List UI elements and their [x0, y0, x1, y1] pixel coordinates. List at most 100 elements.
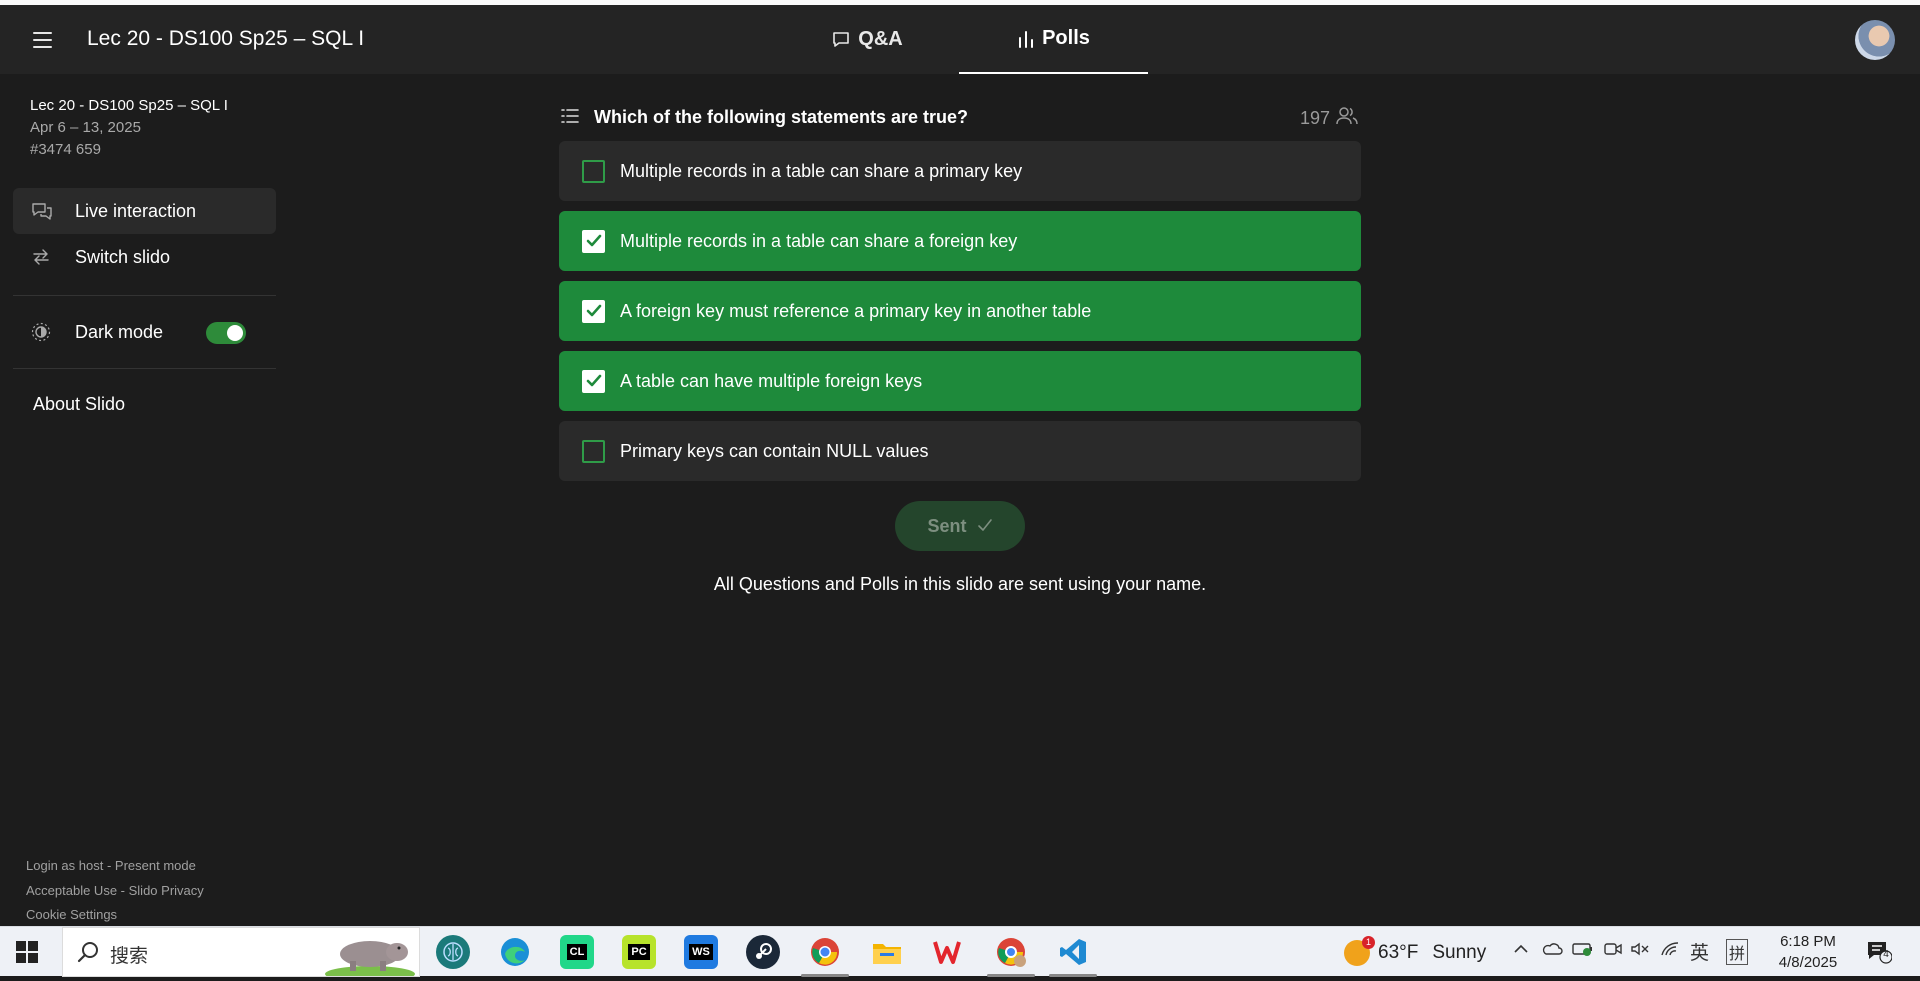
- notification-count: 4: [1883, 949, 1889, 960]
- sidebar-divider: [13, 368, 276, 369]
- battery-charging-icon[interactable]: [1572, 941, 1594, 962]
- onedrive-cloud-icon[interactable]: [1541, 941, 1563, 962]
- vote-count-value: 197: [1300, 108, 1331, 128]
- sun-moon-icon: [31, 322, 63, 342]
- event-dates: Apr 6 – 13, 2025: [30, 119, 141, 136]
- cookie-settings-link[interactable]: Cookie Settings: [26, 907, 117, 922]
- event-code: #3474 659: [30, 141, 101, 158]
- file-explorer-icon[interactable]: [870, 935, 904, 969]
- brain-app-icon[interactable]: [436, 935, 470, 969]
- windows-taskbar: 搜索 CL PC WS 1 63°F Sunny 英 拼 6:18 PM 4/8…: [0, 926, 1920, 981]
- sidebar-divider: [13, 295, 276, 296]
- clock-date: 4/8/2025: [1778, 954, 1838, 971]
- tab-qa[interactable]: Q&A: [812, 5, 922, 74]
- poll-option-2[interactable]: Multiple records in a table can share a …: [559, 211, 1361, 271]
- option-checkbox[interactable]: [582, 229, 605, 253]
- clion-label: CL: [566, 944, 588, 960]
- camera-icon[interactable]: [1603, 941, 1623, 962]
- taskbar-search-box[interactable]: 搜索: [62, 927, 420, 981]
- option-label: A table can have multiple foreign keys: [620, 370, 923, 391]
- option-label: Multiple records in a table can share a …: [620, 160, 1023, 181]
- notice-text: All Questions and Polls in this slido ar…: [713, 574, 1207, 594]
- checkmark-icon: [586, 304, 601, 317]
- poll-option-1[interactable]: Multiple records in a table can share a …: [559, 141, 1361, 201]
- sidebar: Lec 20 - DS100 Sp25 – SQL I Apr 6 – 13, …: [0, 74, 290, 926]
- steam-icon[interactable]: [746, 935, 780, 969]
- search-placeholder: 搜索: [110, 946, 149, 967]
- sidebar-item-live-interaction[interactable]: Live interaction: [13, 188, 276, 234]
- tab-polls[interactable]: Polls: [959, 5, 1148, 74]
- wifi-icon[interactable]: [1660, 941, 1680, 962]
- taskbar-clock[interactable]: 6:18 PM 4/8/2025: [1773, 931, 1843, 973]
- tab-qa-label: Q&A: [858, 28, 903, 50]
- speaker-muted-icon[interactable]: [1630, 941, 1650, 962]
- sent-button[interactable]: Sent: [895, 501, 1025, 551]
- user-avatar[interactable]: [1855, 20, 1895, 60]
- clock-time: 6:18 PM: [1780, 933, 1836, 950]
- weather-condition: Sunny: [1432, 942, 1487, 963]
- sun-icon: 1: [1344, 936, 1375, 966]
- sidebar-item-label: Live interaction: [75, 200, 197, 221]
- clion-icon[interactable]: CL: [560, 935, 594, 969]
- check-icon: [977, 516, 993, 537]
- vote-count: 197: [1300, 106, 1358, 131]
- chrome-icon[interactable]: [801, 935, 849, 977]
- pycharm-label: PC: [628, 944, 650, 960]
- poll-option-3[interactable]: A foreign key must reference a primary k…: [559, 281, 1361, 341]
- sent-button-label: Sent: [927, 515, 967, 536]
- option-label: Primary keys can contain NULL values: [620, 440, 929, 461]
- poll-option-5[interactable]: Primary keys can contain NULL values: [559, 421, 1361, 481]
- option-checkbox[interactable]: [582, 439, 605, 463]
- ime-mode-indicator[interactable]: 拼: [1726, 939, 1749, 965]
- tab-polls-label: Polls: [1042, 27, 1090, 49]
- ime-language-indicator[interactable]: 英: [1690, 938, 1709, 965]
- vscode-icon[interactable]: [1049, 935, 1097, 977]
- weather-temp: 63°F: [1378, 942, 1419, 963]
- checkmark-icon: [586, 234, 601, 247]
- pycharm-icon[interactable]: PC: [622, 935, 656, 969]
- footer-separator: -: [103, 858, 115, 873]
- search-icon: [77, 941, 99, 968]
- weather-widget[interactable]: 1 63°F Sunny: [1344, 936, 1487, 966]
- option-label: Multiple records in a table can share a …: [620, 230, 1018, 251]
- sidebar-item-switch-slido[interactable]: Switch slido: [13, 234, 276, 280]
- notification-center-icon[interactable]: 4: [1866, 940, 1893, 964]
- wps-icon[interactable]: [932, 935, 966, 969]
- participants-icon: [1336, 106, 1358, 131]
- chrome-profile-icon[interactable]: [987, 935, 1035, 977]
- footer-line-cookies: Cookie Settings: [26, 907, 117, 922]
- dark-mode-label: Dark mode: [75, 321, 164, 342]
- top-header: Lec 20 - DS100 Sp25 – SQL I Q&A Polls: [0, 5, 1920, 74]
- windows-start-icon[interactable]: [16, 941, 38, 963]
- speech-bubble-icon: [831, 30, 851, 50]
- slido-privacy-link[interactable]: Slido Privacy: [129, 883, 204, 898]
- option-checkbox[interactable]: [582, 159, 605, 183]
- acceptable-use-link[interactable]: Acceptable Use: [26, 883, 117, 898]
- switch-arrows-icon: [31, 248, 63, 266]
- hamburger-menu-button[interactable]: [26, 27, 58, 53]
- option-checkbox[interactable]: [582, 369, 605, 393]
- footer-line-legal: Acceptable Use - Slido Privacy: [26, 883, 204, 898]
- footer-separator: -: [117, 883, 129, 898]
- chevron-up-icon[interactable]: [1513, 941, 1529, 962]
- about-slido-link[interactable]: About Slido: [33, 394, 125, 415]
- poll-question: Which of the following statements are tr…: [594, 107, 969, 127]
- toggle-knob: [227, 325, 243, 341]
- dark-mode-toggle[interactable]: [206, 322, 246, 344]
- present-mode-link[interactable]: Present mode: [115, 858, 196, 873]
- login-as-host-link[interactable]: Login as host: [26, 858, 103, 873]
- option-checkbox[interactable]: [582, 299, 605, 323]
- hippo-illustration-icon: [325, 934, 415, 981]
- sidebar-item-label: Switch slido: [75, 246, 171, 267]
- weather-alert-badge: 1: [1362, 936, 1375, 949]
- footer-line-host: Login as host - Present mode: [26, 858, 196, 873]
- edge-icon[interactable]: [498, 935, 532, 969]
- poll-option-4[interactable]: A table can have multiple foreign keys: [559, 351, 1361, 411]
- webstorm-label: WS: [689, 944, 713, 960]
- chat-bubbles-icon: [31, 202, 63, 220]
- event-name: Lec 20 - DS100 Sp25 – SQL I: [30, 97, 228, 114]
- option-label: A foreign key must reference a primary k…: [620, 300, 1092, 321]
- poll-notice: All Questions and Polls in this slido ar…: [0, 574, 1920, 595]
- event-title: Lec 20 - DS100 Sp25 – SQL I: [87, 27, 365, 50]
- webstorm-icon[interactable]: WS: [684, 935, 718, 969]
